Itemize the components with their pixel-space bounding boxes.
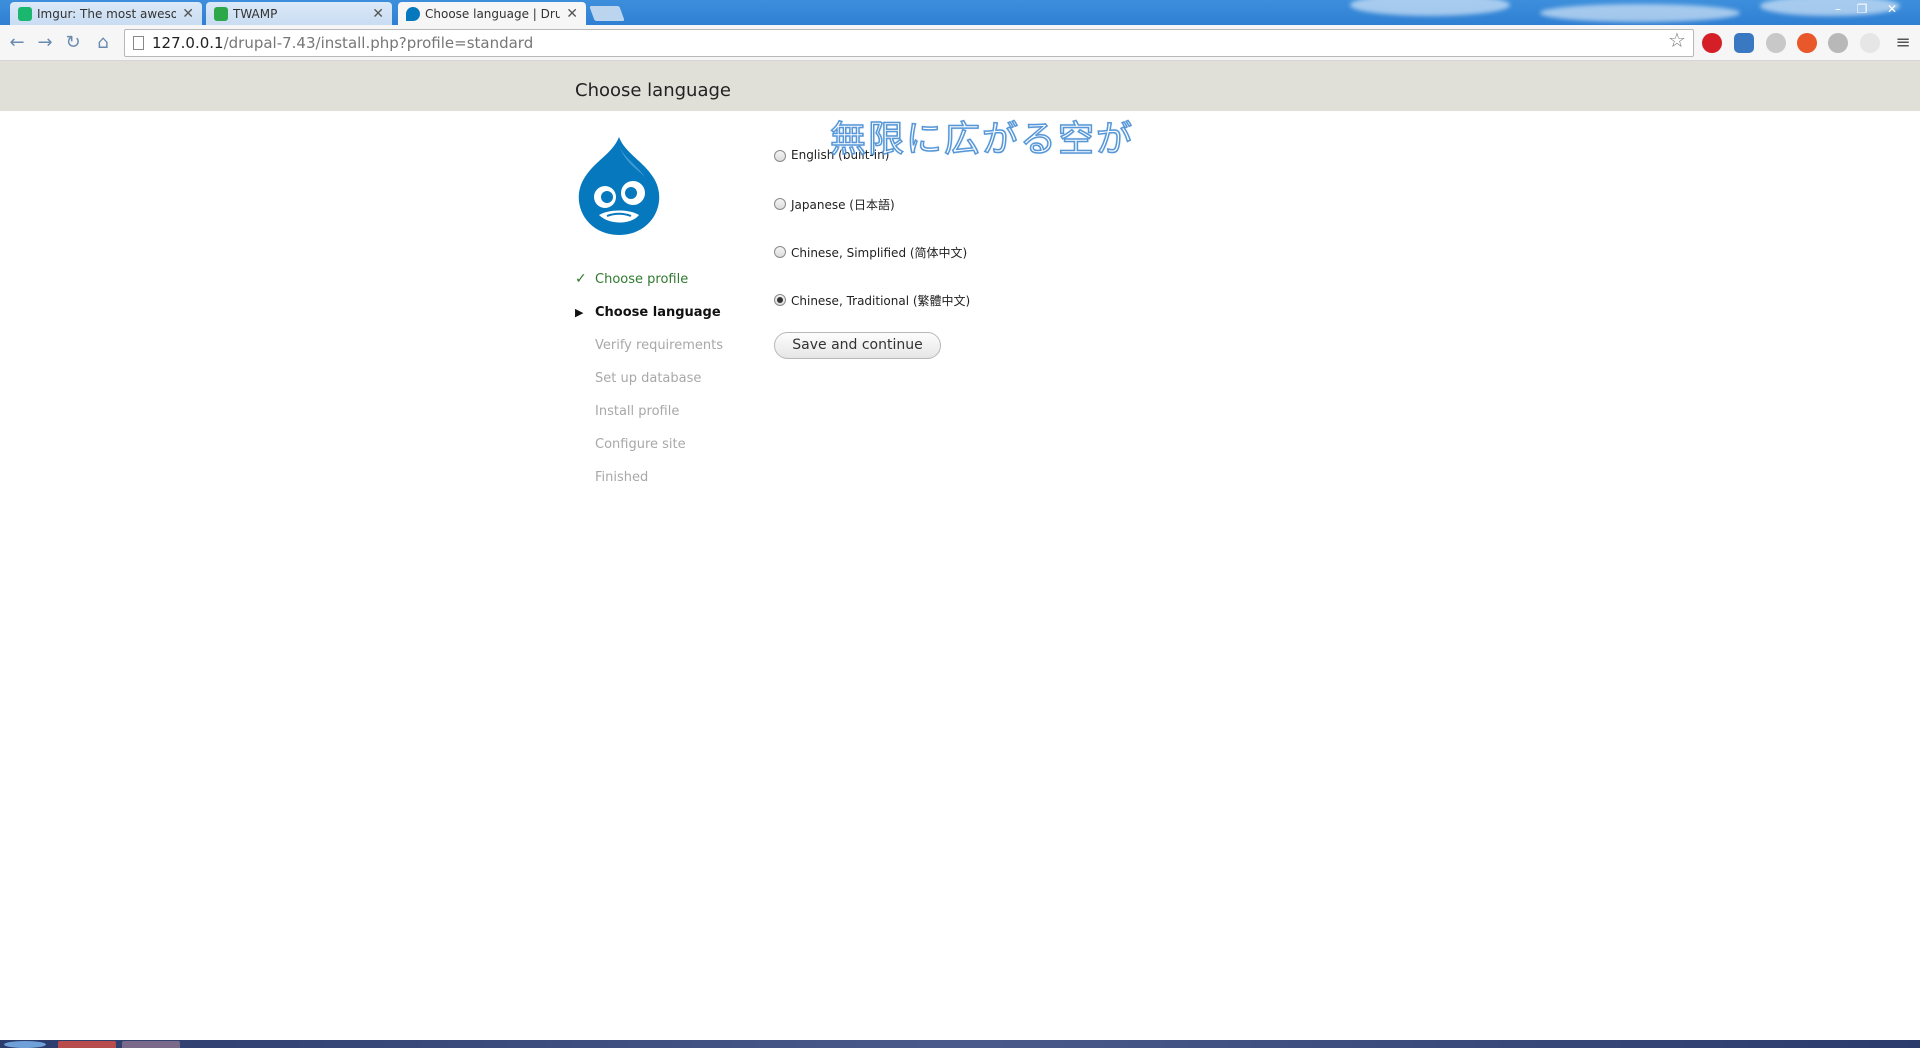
step-choose-profile: ✓ Choose profile — [575, 271, 755, 305]
radio-button[interactable] — [774, 198, 786, 210]
browser-toolbar: ← → ↻ ⌂ 127.0.0.1 /drupal-7.43/install.p… — [0, 25, 1920, 61]
tab-title: Choose language | Drupal — [425, 6, 561, 21]
os-taskbar — [0, 1040, 1920, 1048]
close-window-icon[interactable]: ✕ — [1880, 1, 1904, 17]
minimize-icon[interactable]: – — [1826, 1, 1850, 17]
close-tab-icon[interactable]: ✕ — [372, 6, 384, 22]
step-label: Choose profile — [595, 272, 689, 287]
flame-extension-icon[interactable] — [1797, 33, 1817, 53]
step-label: Set up database — [595, 371, 702, 386]
step-install-profile: Install profile — [575, 404, 755, 437]
browser-tabstrip: Imgur: The most awesome ✕ TWAMP ✕ Choose… — [0, 0, 1920, 25]
language-options: English (built-in) Japanese (日本語) Chines… — [774, 148, 970, 340]
language-label[interactable]: Japanese (日本語) — [791, 196, 895, 213]
language-label[interactable]: Chinese, Traditional (繁體中文) — [791, 292, 970, 309]
radio-button[interactable] — [774, 246, 786, 258]
page-title: Choose language — [575, 80, 731, 101]
step-label: Configure site — [595, 437, 686, 452]
step-choose-language: ▶ Choose language — [575, 305, 755, 338]
radio-button[interactable] — [774, 150, 786, 162]
browser-tab-drupal[interactable]: Choose language | Drupal ✕ — [398, 2, 586, 25]
twamp-favicon-icon — [214, 6, 228, 21]
close-tab-icon[interactable]: ✕ — [566, 6, 578, 22]
drupal-drop-icon — [578, 137, 660, 235]
extension-icon[interactable] — [1860, 33, 1880, 53]
drupal-favicon-icon — [406, 6, 420, 21]
triangle-right-icon: ▶ — [575, 306, 584, 319]
m-extension-icon[interactable] — [1828, 33, 1848, 53]
page-header-band — [0, 61, 1920, 111]
url-path: /drupal-7.43/install.php?profile=standar… — [223, 34, 534, 52]
start-button[interactable] — [4, 1041, 46, 1048]
url-host: 127.0.0.1 — [152, 34, 224, 52]
close-tab-icon[interactable]: ✕ — [182, 6, 194, 22]
install-steps: ✓ Choose profile ▶ Choose language Verif… — [575, 271, 755, 503]
new-tab-button[interactable] — [589, 6, 625, 21]
address-bar[interactable]: 127.0.0.1 /drupal-7.43/install.php?profi… — [124, 29, 1694, 57]
sky-cloud — [1540, 4, 1740, 22]
overlay-japanese-text: 無限に広がる空が — [829, 118, 1135, 161]
taskbar-app[interactable] — [122, 1041, 180, 1048]
reload-icon[interactable]: ↻ — [62, 32, 84, 54]
step-label: Finished — [595, 470, 649, 485]
ghostery-icon[interactable] — [1734, 33, 1754, 53]
language-option-japanese[interactable]: Japanese (日本語) — [774, 196, 970, 244]
tab-title: Imgur: The most awesome — [37, 6, 177, 21]
step-finished: Finished — [575, 470, 755, 503]
checkmark-icon: ✓ — [575, 271, 587, 287]
search-extension-icon[interactable] — [1766, 33, 1786, 53]
step-label: Install profile — [595, 404, 680, 419]
restore-icon[interactable]: ❐ — [1850, 1, 1874, 17]
step-label: Verify requirements — [595, 338, 724, 353]
step-configure-site: Configure site — [575, 437, 755, 470]
step-set-up-database: Set up database — [575, 371, 755, 404]
bookmark-star-icon[interactable]: ☆ — [1668, 28, 1686, 52]
browser-tab-twamp[interactable]: TWAMP ✕ — [206, 2, 392, 25]
page-icon — [133, 36, 144, 50]
radio-button-checked[interactable] — [774, 294, 786, 306]
back-arrow-icon[interactable]: ← — [6, 32, 28, 54]
forward-arrow-icon[interactable]: → — [34, 32, 56, 54]
step-verify-requirements: Verify requirements — [575, 338, 755, 371]
tab-title: TWAMP — [233, 6, 278, 21]
sky-cloud — [1350, 0, 1510, 16]
language-option-chinese-simplified[interactable]: Chinese, Simplified (简体中文) — [774, 244, 970, 292]
home-icon[interactable]: ⌂ — [92, 32, 114, 54]
language-label[interactable]: Chinese, Simplified (简体中文) — [791, 244, 967, 261]
save-and-continue-button[interactable]: Save and continue — [774, 332, 941, 359]
imgur-favicon-icon — [18, 6, 32, 21]
adblock-plus-icon[interactable] — [1702, 33, 1722, 53]
menu-icon[interactable]: ≡ — [1892, 32, 1914, 54]
browser-tab-imgur[interactable]: Imgur: The most awesome ✕ — [10, 2, 202, 25]
drupal-logo — [573, 135, 665, 239]
step-label: Choose language — [595, 305, 721, 320]
taskbar-app-chrome[interactable] — [58, 1041, 116, 1048]
